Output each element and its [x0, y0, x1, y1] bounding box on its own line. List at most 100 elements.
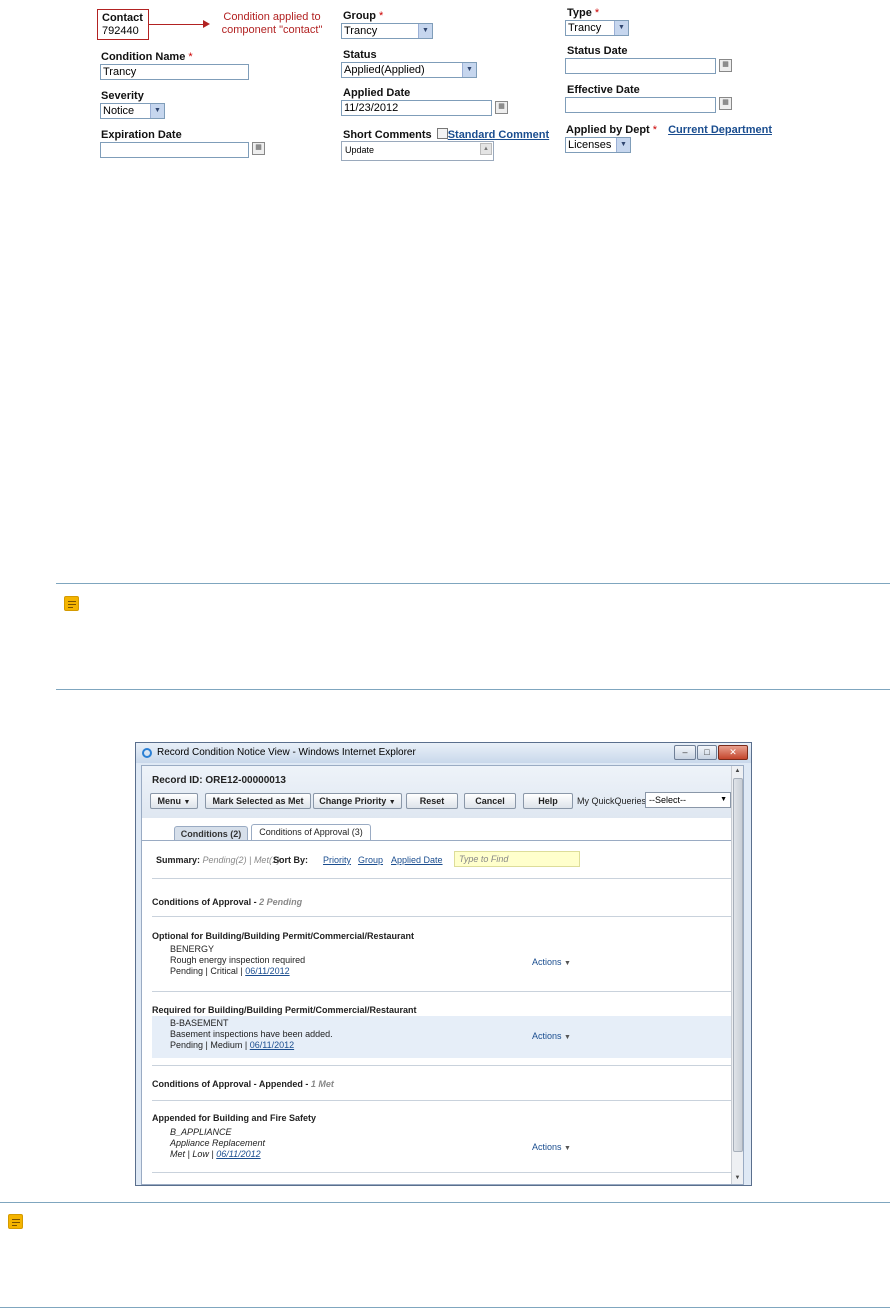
required-mark: * [188, 51, 193, 63]
chevron-down-icon: ▼ [462, 63, 476, 77]
group-title: Required for Building/Building Permit/Co… [152, 1005, 417, 1015]
actions-menu[interactable]: Actions ▼ [532, 1142, 571, 1154]
note-icon [8, 1214, 23, 1229]
condition-name: BENERGY [170, 944, 215, 954]
calendar-icon[interactable]: ▦ [495, 101, 508, 114]
chevron-down-icon: ▼ [564, 1034, 571, 1041]
standard-comment-link[interactable]: Standard Comment [448, 129, 549, 141]
sort-priority-link[interactable]: Priority [323, 855, 351, 865]
tab-conditions-of-approval[interactable]: Conditions of Approval (3) [251, 824, 371, 841]
divider [152, 1065, 732, 1066]
sort-group-link[interactable]: Group [358, 855, 383, 865]
section-title: Conditions of Approval - 2 Pending [152, 897, 302, 907]
menu-button[interactable]: Menu ▼ [150, 793, 198, 809]
chevron-down-icon: ▼ [564, 960, 571, 967]
find-placeholder: Type to Find [459, 854, 509, 864]
group-label-text: Group [343, 10, 376, 22]
applied-by-dept-label-text: Applied by Dept [566, 124, 650, 136]
applied-by-dept-select[interactable]: Licenses ▼ [565, 137, 631, 153]
condition-date-link[interactable]: 06/11/2012 [250, 1040, 294, 1050]
annotation-text: Condition applied to component "contact" [213, 11, 331, 37]
condition-date-link[interactable]: 06/11/2012 [216, 1149, 260, 1159]
required-mark: * [652, 124, 658, 136]
change-priority-label: Change Priority [319, 796, 387, 806]
status-select[interactable]: Applied(Applied) ▼ [341, 62, 477, 78]
calendar-icon[interactable]: ▦ [719, 97, 732, 110]
contact-label: Contact [102, 12, 143, 24]
severity-select[interactable]: Notice ▼ [100, 103, 165, 119]
calendar-icon[interactable]: ▦ [252, 142, 265, 155]
effective-date-input[interactable] [565, 97, 716, 113]
annotation-arrowhead [203, 20, 210, 28]
sort-applied-date-link[interactable]: Applied Date [391, 855, 443, 865]
condition-item[interactable]: BENERGY Rough energy inspection required… [152, 944, 732, 984]
mark-met-button[interactable]: Mark Selected as Met [205, 793, 311, 809]
scrollbar[interactable]: ▲ ▼ [731, 766, 743, 1184]
expiration-date-input[interactable] [100, 142, 249, 158]
chevron-down-icon: ▼ [388, 799, 396, 806]
annotation-line-1: Condition applied to [223, 11, 321, 23]
window-title: Record Condition Notice View - Windows I… [157, 747, 416, 758]
find-input[interactable]: Type to Find [454, 851, 580, 867]
condition-name: B-BASEMENT [170, 1018, 229, 1028]
severity-select-value: Notice [103, 105, 135, 117]
note-rule-top [56, 583, 890, 584]
scroll-up-icon[interactable]: ▲ [733, 767, 742, 776]
close-button[interactable]: ✕ [718, 745, 748, 760]
condition-item[interactable]: B_APPLIANCE Appliance Replacement Met | … [152, 1127, 732, 1167]
effective-date-label: Effective Date [567, 84, 640, 96]
required-mark: * [379, 10, 384, 22]
current-department-link[interactable]: Current Department [668, 124, 772, 136]
short-comments-textarea[interactable]: Update ▲ [341, 141, 494, 161]
calendar-icon[interactable]: ▦ [719, 59, 732, 72]
contact-value: 792440 [102, 25, 139, 37]
quickqueries-select[interactable]: --Select-- ▼ [645, 792, 731, 808]
short-comments-label-text: Short Comments [343, 129, 432, 141]
tab-conditions[interactable]: Conditions (2) [174, 826, 248, 841]
help-button[interactable]: Help [523, 793, 573, 809]
chevron-down-icon: ▼ [150, 104, 164, 118]
status-date-label: Status Date [567, 45, 628, 57]
actions-menu[interactable]: Actions ▼ [532, 957, 571, 969]
condition-item[interactable]: B-BASEMENT Basement inspections have bee… [152, 1016, 732, 1058]
condition-name-label: Condition Name * [101, 51, 193, 63]
expiration-date-label: Expiration Date [101, 129, 182, 141]
minimize-button[interactable]: – [674, 745, 696, 760]
actions-menu[interactable]: Actions ▼ [532, 1031, 571, 1043]
summary-separator: | [249, 855, 252, 865]
actions-label: Actions [532, 1142, 562, 1152]
section-title-text: Conditions of Approval - [152, 897, 257, 907]
sort-by-label: Sort By: [273, 855, 309, 865]
chevron-down-icon: ▼ [616, 138, 630, 152]
note-rule-bottom [0, 1307, 890, 1308]
scroll-thumb[interactable] [733, 778, 743, 1152]
applied-date-label: Applied Date [343, 87, 411, 99]
condition-status: Pending | Critical | 06/11/2012 [152, 966, 732, 977]
comment-icon[interactable] [436, 128, 448, 139]
condition-name-input[interactable]: Trancy [100, 64, 249, 80]
maximize-button[interactable]: □ [697, 745, 717, 760]
status-date-input[interactable] [565, 58, 716, 74]
condition-name: B_APPLIANCE [170, 1127, 232, 1137]
chevron-down-icon: ▼ [614, 21, 628, 35]
change-priority-button[interactable]: Change Priority ▼ [313, 793, 402, 809]
chevron-down-icon: ▼ [720, 796, 727, 803]
condition-status-text: Pending | Critical | [170, 966, 243, 976]
window-client: Record ID: ORE12-00000013 Menu ▼ Mark Se… [141, 765, 744, 1185]
type-select[interactable]: Trancy ▼ [565, 20, 629, 36]
cancel-button[interactable]: Cancel [464, 793, 516, 809]
ie-icon [142, 748, 152, 758]
scroll-up-icon[interactable]: ▲ [480, 143, 492, 155]
section-title-text: Conditions of Approval - Appended - [152, 1079, 309, 1089]
group-select[interactable]: Trancy ▼ [341, 23, 433, 39]
condition-description: Rough energy inspection required [170, 955, 306, 965]
record-header: Record ID: ORE12-00000013 Menu ▼ Mark Se… [142, 766, 743, 818]
status-select-value: Applied(Applied) [344, 64, 425, 76]
condition-date-link[interactable]: 06/11/2012 [245, 966, 289, 976]
applied-date-input[interactable]: 11/23/2012 [341, 100, 492, 116]
section-meta: 1 Met [310, 1079, 334, 1089]
scroll-down-icon[interactable]: ▼ [733, 1174, 742, 1183]
type-select-value: Trancy [568, 22, 602, 34]
status-label: Status [343, 49, 377, 61]
reset-button[interactable]: Reset [406, 793, 458, 809]
